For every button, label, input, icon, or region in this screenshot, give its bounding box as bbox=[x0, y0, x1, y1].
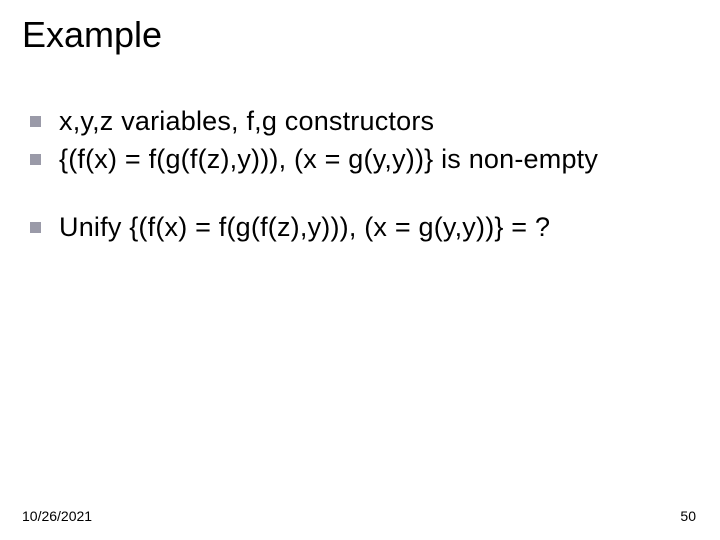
slide: Example x,y,z variables, f,g constructor… bbox=[0, 0, 720, 540]
slide-title: Example bbox=[22, 14, 162, 56]
slide-body: x,y,z variables, f,g constructors {(f(x)… bbox=[22, 104, 690, 248]
footer-page-number: 50 bbox=[680, 508, 696, 524]
bullet-text: Unify {(f(x) = f(g(f(z),y))), (x = g(y,y… bbox=[59, 210, 550, 244]
square-bullet-icon bbox=[30, 154, 41, 165]
bullet-text: x,y,z variables, f,g constructors bbox=[59, 104, 434, 138]
square-bullet-icon bbox=[30, 116, 41, 127]
list-item: {(f(x) = f(g(f(z),y))), (x = g(y,y))} is… bbox=[22, 142, 690, 176]
footer-date: 10/26/2021 bbox=[22, 508, 92, 524]
list-item: Unify {(f(x) = f(g(f(z),y))), (x = g(y,y… bbox=[22, 210, 690, 244]
bullet-text: {(f(x) = f(g(f(z),y))), (x = g(y,y))} is… bbox=[59, 142, 598, 176]
square-bullet-icon bbox=[30, 222, 41, 233]
list-item: x,y,z variables, f,g constructors bbox=[22, 104, 690, 138]
